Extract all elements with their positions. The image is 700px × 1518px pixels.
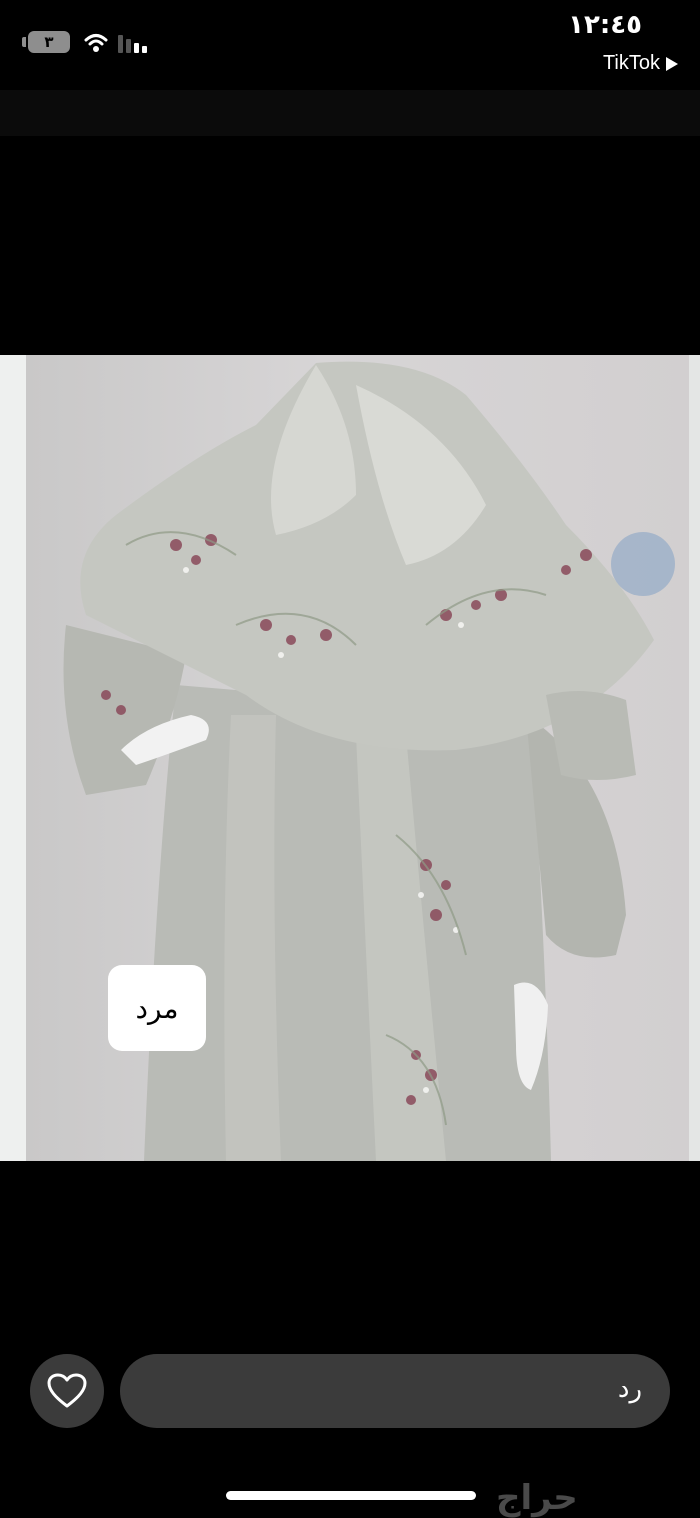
reply-input[interactable]: رد <box>120 1354 670 1428</box>
battery-icon: ٣ <box>22 31 70 53</box>
back-to-app-link[interactable]: TikTok <box>603 52 678 75</box>
heart-icon <box>47 1373 87 1408</box>
play-triangle-icon <box>666 56 678 71</box>
signal-icon <box>118 35 147 53</box>
home-indicator[interactable] <box>226 1491 476 1500</box>
reply-placeholder: رد <box>617 1374 642 1404</box>
status-bar: ٣ ١٢:٤٥ TikTok <box>0 0 700 90</box>
like-button[interactable] <box>30 1354 104 1428</box>
haraj-watermark: حراج <box>496 1478 579 1518</box>
clock: ١٢:٤٥ <box>568 10 642 40</box>
top-band <box>0 90 700 136</box>
photo-tag: مرد <box>108 965 206 1051</box>
floating-indicator <box>611 532 675 596</box>
wifi-icon <box>84 34 108 52</box>
side-strip <box>689 355 700 1161</box>
back-app-label: TikTok <box>602 52 660 74</box>
photo-frame <box>0 355 700 1161</box>
